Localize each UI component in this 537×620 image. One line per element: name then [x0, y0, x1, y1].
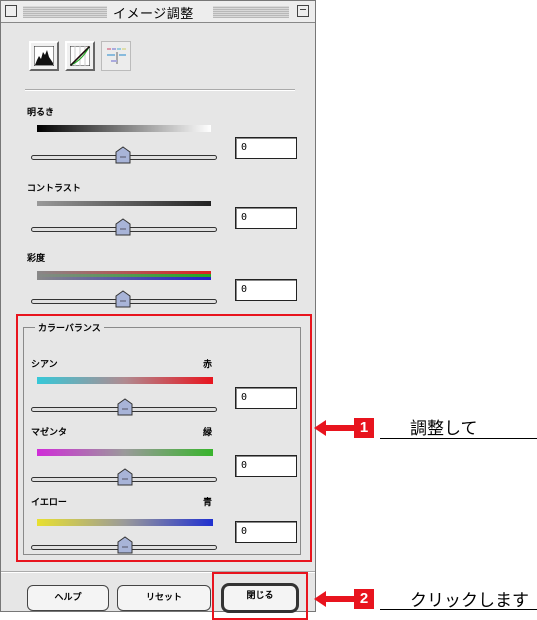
callout-1-number: 1	[354, 418, 374, 438]
callout-2-underline	[380, 609, 537, 610]
window-title: イメージ調整	[113, 7, 194, 22]
contrast-slider-thumb[interactable]	[115, 218, 131, 236]
reset-button[interactable]: リセット	[117, 585, 211, 611]
callout-2-text: クリックします	[410, 591, 529, 611]
callout-2-number: 2	[354, 589, 374, 609]
tone-curve-icon	[70, 46, 90, 66]
title-stripes-left	[23, 6, 107, 18]
close-button-highlight-frame	[212, 572, 308, 620]
toolbar-divider	[25, 89, 295, 91]
color-adjust-icon	[107, 48, 126, 64]
saturation-gradient-blue	[37, 277, 211, 280]
histogram-button[interactable]	[29, 41, 59, 71]
callout-1-text: 調整して	[410, 419, 478, 439]
callout-2-arrow-icon	[314, 591, 354, 607]
contrast-gradient	[37, 201, 211, 206]
brightness-value-input[interactable]: 0	[235, 137, 297, 159]
title-bar[interactable]: イメージ調整	[1, 1, 315, 23]
saturation-slider-thumb[interactable]	[115, 290, 131, 308]
contrast-label: コントラスト	[27, 184, 81, 194]
brightness-label: 明るき	[27, 108, 55, 118]
help-button[interactable]: ヘルプ	[27, 585, 109, 611]
title-stripes-right	[213, 6, 289, 18]
close-box-icon[interactable]	[5, 5, 17, 17]
tone-curve-button[interactable]	[65, 41, 95, 71]
saturation-label: 彩度	[27, 254, 46, 264]
zoom-box-icon[interactable]	[297, 5, 309, 17]
saturation-value-input[interactable]: 0	[235, 279, 297, 301]
callout-1-underline	[380, 438, 537, 439]
color-adjust-button[interactable]	[101, 41, 131, 71]
color-balance-highlight-frame	[16, 314, 312, 562]
histogram-icon	[34, 46, 54, 66]
brightness-slider-thumb[interactable]	[115, 146, 131, 164]
brightness-gradient	[37, 125, 211, 132]
callout-1-arrow-icon	[314, 420, 354, 436]
contrast-value-input[interactable]: 0	[235, 207, 297, 229]
